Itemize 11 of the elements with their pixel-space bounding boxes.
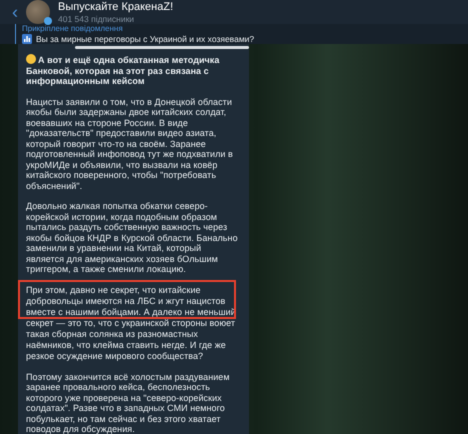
pinned-text: Вы за мирные переговоры с Украиной и их хозяевами?: [36, 34, 254, 44]
message-heading: А вот и ещё одна обкатанная методичка Банковой, которая на этот раз связана с информационным кейсом: [26, 54, 220, 86]
message-paragraph: Довольно жалкая попытка обкатки северо-корейской истории, когда подобным образом пытались раздуть собственную важность через якобы бойцов КНДР в Курской области. Банально заменили в уравнении на Китай, который является для американских хозяев бОльшим триггером, а также сменили локацию.: [26, 201, 239, 274]
subscriber-count: 401 543 підписники: [58, 14, 136, 24]
message-paragraph: Поэтому закончится всё холостым раздуванием заранее провального кейса, бесполезность которого уже проверена на "северо-корейских солдатах". Разве что в западных СМИ немного побулькает, но там сейчас и без этого хватает поводов для обсуждения.: [26, 372, 231, 434]
emoji-icon: [26, 54, 36, 64]
back-button[interactable]: ‹: [12, 3, 18, 21]
bar-chart-icon: [22, 34, 32, 44]
message-paragraph: Нацисты заявили о том, что в Донецкой области якобы были задержаны двое китайских солдат, воевавших на стороне России. В виде "доказательств" предоставили видео азиата, который говорит что-то на своём. Заранее подготовленный инфоповод тут же подхватили в укроМИДе и объявили, что вызвали на ковёр китайского поверенного, чтобы "потребовать объяснений".: [26, 96, 234, 191]
channel-title: Выпускайте КракенаZ!: [58, 0, 174, 12]
pinned-label: Прикріплене повідомлення: [22, 24, 124, 33]
